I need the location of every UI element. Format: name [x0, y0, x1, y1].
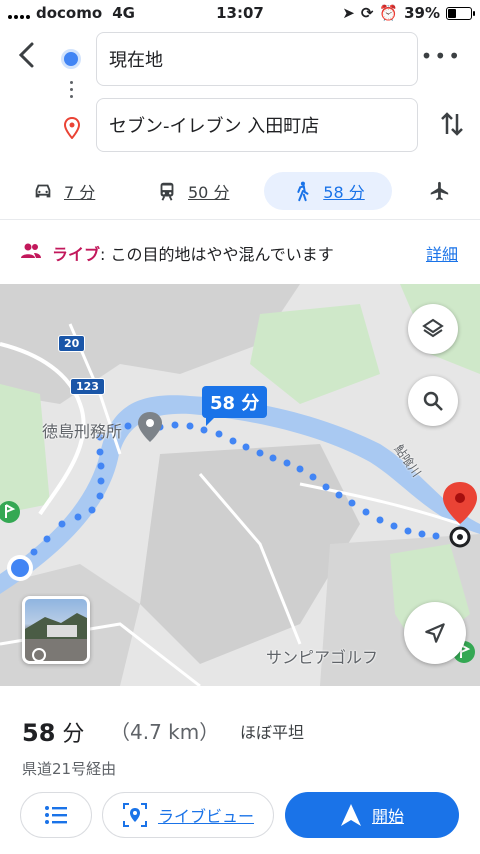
- walk-icon: [297, 181, 309, 202]
- battery-icon: [446, 6, 475, 20]
- location-icon: ➤: [342, 4, 355, 22]
- battery-percent: 39%: [404, 4, 440, 22]
- people-icon: [21, 243, 41, 258]
- live-busyness-row: ライブ: この目的地はやや混んでいます 詳細: [0, 220, 480, 282]
- flight-icon: [430, 181, 449, 201]
- route-distance: （4.7 km）: [110, 720, 220, 744]
- live-label: ライブ: [52, 245, 101, 264]
- live-message: : この目的地はやや混んでいます: [100, 245, 334, 264]
- destination-field[interactable]: セブン-イレブン 入田町店: [96, 98, 418, 152]
- layers-button[interactable]: [408, 304, 458, 354]
- search-icon: [423, 391, 443, 411]
- live-view-button[interactable]: ライブビュー: [102, 792, 274, 838]
- navigation-arrow-icon: [425, 623, 445, 643]
- mode-walk-tab[interactable]: 58 分: [264, 172, 392, 210]
- road-badge-20: 20: [58, 335, 86, 352]
- train-icon: [160, 182, 174, 201]
- route-connector-icon: [70, 81, 73, 102]
- destination-pin-icon: [64, 117, 80, 139]
- street-view-image: [25, 613, 87, 661]
- back-arrow-icon: [18, 42, 34, 68]
- back-button[interactable]: [14, 40, 44, 70]
- rotation-lock-icon: ⟳: [360, 4, 374, 22]
- swap-icon: [441, 112, 463, 136]
- network-label: 4G: [112, 4, 135, 22]
- details-link[interactable]: 詳細: [426, 241, 458, 265]
- origin-dot-icon: [61, 49, 81, 69]
- steps-button[interactable]: [20, 792, 92, 838]
- live-view-label: ライブビュー: [157, 807, 254, 826]
- live-text: ライブ: この目的地はやや混んでいます: [52, 241, 334, 265]
- mode-walk-label: 58 分: [323, 183, 365, 202]
- mode-train-label: 50 分: [188, 183, 230, 202]
- start-label: 開始: [371, 807, 404, 826]
- swap-button[interactable]: [440, 110, 464, 145]
- signal-icon: [8, 7, 30, 19]
- alarm-icon: ⏰: [379, 4, 399, 22]
- street-view-thumbnail[interactable]: [22, 596, 90, 664]
- route-via: 県道21号経由: [22, 760, 117, 778]
- mode-train-tab[interactable]: 50 分: [146, 172, 239, 210]
- list-icon: [45, 806, 67, 824]
- my-location-button[interactable]: [404, 602, 466, 664]
- layers-icon: [422, 318, 444, 338]
- status-right: ➤ ⟳ ⏰ 39%: [342, 4, 475, 22]
- mode-flight-tab[interactable]: [418, 172, 460, 210]
- route-map[interactable]: 20 123 58 分 徳島刑務所 鮎喰川 サンピアゴルフ: [0, 284, 480, 686]
- origin-field[interactable]: 現在地: [96, 32, 418, 86]
- road-badge-123: 123: [70, 378, 105, 395]
- travel-modes: 7 分 50 分 58 分: [0, 166, 480, 218]
- directions-header: 現在地 セブン-イレブン 入田町店 •••: [0, 26, 480, 160]
- live-view-icon: [122, 803, 147, 827]
- mode-car-label: 7 分: [64, 183, 96, 202]
- carrier-label: docomo: [36, 4, 103, 22]
- more-options-button[interactable]: •••: [421, 44, 462, 68]
- route-time: 58 分: [22, 716, 84, 748]
- route-summary: 58 分 （4.7 km） ほぼ平坦 県道21号経由 ライブビュー 開始: [0, 686, 480, 854]
- map-search-button[interactable]: [408, 376, 458, 426]
- start-button[interactable]: 開始: [285, 792, 459, 838]
- route-time-unit: 分: [62, 722, 85, 747]
- route-duration-label[interactable]: 58 分: [202, 386, 268, 426]
- route-terrain: ほぼ平坦: [240, 723, 305, 742]
- mode-car-tab[interactable]: 7 分: [22, 172, 105, 210]
- navigation-icon: [340, 804, 361, 826]
- car-icon: [35, 184, 51, 198]
- status-bar: docomo 4G 13:07 ➤ ⟳ ⏰ 39%: [0, 0, 480, 26]
- status-left: docomo 4G: [8, 4, 135, 22]
- place-label-golf[interactable]: サンピアゴルフ: [266, 644, 378, 668]
- route-time-value: 58: [22, 719, 56, 747]
- place-label-prison[interactable]: 徳島刑務所: [42, 418, 122, 442]
